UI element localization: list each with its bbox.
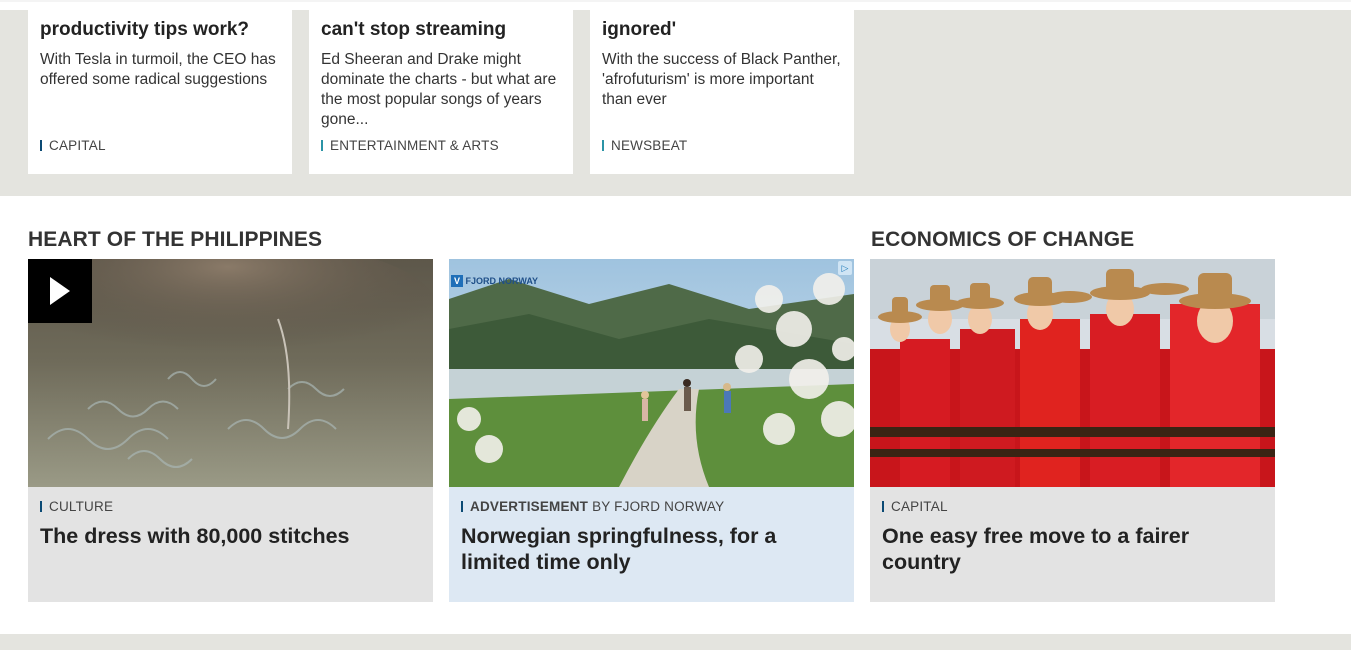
promo-image-fjord[interactable]: V FJORD NORWAY ▷	[449, 259, 854, 487]
promo-body[interactable]: ADVERTISEMENT BY FJORD NORWAY Norwegian …	[449, 487, 854, 602]
tag-bar	[40, 140, 42, 151]
story-summary: Ed Sheeran and Drake might dominate the …	[321, 51, 557, 128]
story-card-newsbeat[interactable]: ignored' With the success of Black Panth…	[590, 10, 854, 174]
story-title[interactable]: can't stop streaming	[321, 18, 506, 42]
section-label: NEWSBEAT	[611, 138, 688, 153]
ad-sponsor: BY FJORD NORWAY	[592, 499, 725, 514]
adchoices-icon[interactable]: ▷	[838, 261, 852, 275]
story-title[interactable]: productivity tips work?	[40, 18, 249, 42]
promo-image-mounties[interactable]	[870, 259, 1275, 487]
tag-bar	[461, 501, 463, 512]
promo-body[interactable]: CAPITAL One easy free move to a fairer c…	[870, 487, 1275, 602]
promo-card-capital[interactable]: CAPITAL One easy free move to a fairer c…	[870, 259, 1275, 602]
ad-label: ADVERTISEMENT	[470, 499, 589, 514]
promo-headline[interactable]: The dress with 80,000 stitches	[40, 523, 410, 549]
play-button[interactable]	[28, 259, 92, 323]
story-title[interactable]: ignored'	[602, 18, 676, 42]
story-card-entertainment[interactable]: can't stop streaming Ed Sheeran and Drak…	[309, 10, 573, 174]
related-stories-band: productivity tips work? With Tesla in tu…	[0, 10, 1351, 196]
mounties-photo	[870, 259, 1275, 487]
story-summary: With Tesla in turmoil, the CEO has offer…	[40, 51, 276, 88]
promo-headline[interactable]: Norwegian springfulness, for a limited t…	[461, 523, 831, 575]
promo-headline[interactable]: One easy free move to a fairer country	[882, 523, 1252, 575]
section-tag[interactable]: NEWSBEAT	[602, 138, 687, 153]
section-label: CAPITAL	[49, 138, 106, 153]
promo-card-culture[interactable]: CULTURE The dress with 80,000 stitches	[28, 259, 433, 602]
section-tag[interactable]: ENTERTAINMENT & ARTS	[321, 138, 499, 153]
section-tag[interactable]: CAPITAL	[40, 138, 106, 153]
ad-tag: ADVERTISEMENT BY FJORD NORWAY	[461, 499, 724, 514]
section-label: CULTURE	[49, 499, 114, 514]
fjord-photo	[449, 259, 854, 487]
top-divider	[0, 0, 1351, 2]
play-icon	[50, 277, 70, 305]
tag-bar	[40, 501, 42, 512]
section-heading-economics[interactable]: ECONOMICS OF CHANGE	[871, 228, 1134, 252]
tag-bar	[321, 140, 323, 151]
bottom-band	[0, 634, 1351, 650]
v-logo-icon: V	[451, 275, 463, 287]
section-heading-philippines[interactable]: HEART OF THE PHILIPPINES	[28, 228, 322, 252]
section-label: CAPITAL	[891, 499, 948, 514]
promo-image-embroidery[interactable]	[28, 259, 433, 487]
badge-text: FJORD NORWAY	[465, 276, 539, 286]
fjord-norway-badge[interactable]: V FJORD NORWAY	[451, 275, 538, 287]
tag-bar	[602, 140, 604, 151]
tag-bar	[882, 501, 884, 512]
promo-card-advertisement[interactable]: V FJORD NORWAY ▷ ADVERTISEMENT BY FJORD …	[449, 259, 854, 602]
promo-body[interactable]: CULTURE The dress with 80,000 stitches	[28, 487, 433, 602]
story-summary: With the success of Black Panther, 'afro…	[602, 51, 841, 108]
section-tag[interactable]: CAPITAL	[882, 499, 948, 514]
section-tag[interactable]: CULTURE	[40, 499, 113, 514]
section-label: ENTERTAINMENT & ARTS	[330, 138, 499, 153]
story-card-capital[interactable]: productivity tips work? With Tesla in tu…	[28, 10, 292, 174]
